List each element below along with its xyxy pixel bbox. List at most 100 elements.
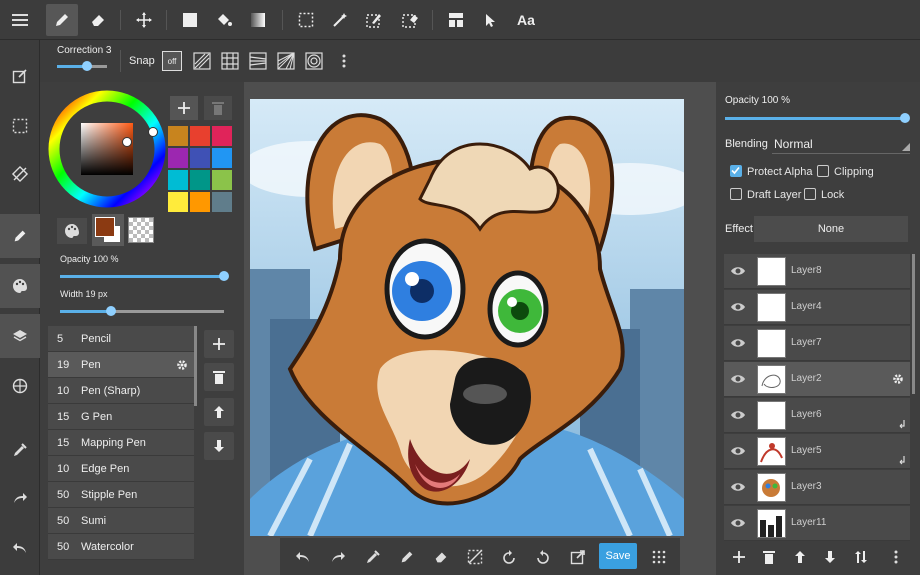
layers-panel-button[interactable] xyxy=(0,314,40,358)
eye-icon[interactable] xyxy=(730,443,746,459)
eye-icon[interactable] xyxy=(730,515,746,531)
fill-rect-tool-button[interactable] xyxy=(174,4,206,36)
palette-swatch[interactable] xyxy=(190,126,210,146)
layer-row[interactable]: Layer5 xyxy=(724,434,910,469)
save-button[interactable]: Save xyxy=(599,543,637,569)
redo-button[interactable] xyxy=(0,476,40,520)
primary-color-button[interactable] xyxy=(92,214,124,246)
brush-list-item[interactable]: 10 Pen (Sharp) xyxy=(48,378,194,404)
color-wheel[interactable] xyxy=(48,90,166,208)
snap-radial-button[interactable] xyxy=(276,51,296,71)
brush-list-scrollbar[interactable] xyxy=(194,326,197,406)
merge-layer-button[interactable] xyxy=(848,544,874,570)
palette-swatch[interactable] xyxy=(190,170,210,190)
move-brush-up-button[interactable] xyxy=(204,398,234,426)
layer-settings-gear-icon[interactable] xyxy=(892,373,904,385)
brush-list-item[interactable]: 50 Watercolor xyxy=(48,534,194,560)
color-panel-button[interactable] xyxy=(0,264,40,308)
palette-swatch[interactable] xyxy=(168,126,188,146)
deselect-button[interactable] xyxy=(462,544,488,570)
grid-menu-button[interactable] xyxy=(646,544,672,570)
magic-wand-tool-button[interactable] xyxy=(324,4,356,36)
rotate-right-button[interactable] xyxy=(530,544,556,570)
frame-tool-button[interactable] xyxy=(440,4,472,36)
delete-color-button[interactable] xyxy=(204,96,232,120)
pointer-tool-button[interactable] xyxy=(474,4,506,36)
select-rect-tool-button[interactable] xyxy=(290,4,322,36)
eye-icon[interactable] xyxy=(730,299,746,315)
palette-swatch[interactable] xyxy=(190,148,210,168)
palette-swatch[interactable] xyxy=(190,192,210,212)
select-pen-tool-button[interactable] xyxy=(358,4,390,36)
brush-list-item[interactable]: 5 Pencil xyxy=(48,326,194,352)
snap-off-button[interactable]: off xyxy=(162,51,182,71)
correction-slider-knob[interactable] xyxy=(82,61,92,71)
gradient-tool-button[interactable] xyxy=(242,4,274,36)
canvas-eraser-button[interactable] xyxy=(428,544,454,570)
artwork-canvas[interactable] xyxy=(250,99,684,536)
brush-list-item[interactable]: 10 Edge Pen xyxy=(48,456,194,482)
layer-more-button[interactable] xyxy=(883,544,909,570)
brush-list-item[interactable]: 19 Pen xyxy=(48,352,194,378)
transform-button[interactable] xyxy=(0,152,40,196)
brush-opacity-knob[interactable] xyxy=(219,271,229,281)
brush-list-item[interactable]: 50 Sumi xyxy=(48,508,194,534)
palette-swatch[interactable] xyxy=(212,126,232,146)
canvas-area[interactable] xyxy=(244,82,716,575)
eye-icon[interactable] xyxy=(730,479,746,495)
delete-brush-button[interactable] xyxy=(204,363,234,391)
move-layer-down-button[interactable] xyxy=(817,544,843,570)
palette-swatch[interactable] xyxy=(168,170,188,190)
blending-select[interactable]: Normal xyxy=(772,134,910,154)
share-button[interactable] xyxy=(565,544,591,570)
rotate-left-button[interactable] xyxy=(496,544,522,570)
brush-list-item[interactable]: 15 G Pen xyxy=(48,404,194,430)
brush-list-item[interactable]: 50 Stipple Pen xyxy=(48,482,194,508)
brush-settings-gear-icon[interactable] xyxy=(176,359,188,371)
lock-checkbox[interactable] xyxy=(804,188,816,200)
transparent-color-button[interactable] xyxy=(128,217,154,243)
move-brush-down-button[interactable] xyxy=(204,432,234,460)
layer-row[interactable]: Layer8 xyxy=(724,254,910,289)
material-button[interactable] xyxy=(0,364,40,408)
eye-icon[interactable] xyxy=(730,263,746,279)
eye-icon[interactable] xyxy=(730,371,746,387)
canvas-pen-button[interactable] xyxy=(394,544,420,570)
add-layer-button[interactable] xyxy=(726,544,752,570)
delete-layer-button[interactable] xyxy=(756,544,782,570)
selection-button[interactable] xyxy=(0,104,40,148)
add-color-button[interactable] xyxy=(170,96,198,120)
palette-swatch[interactable] xyxy=(212,192,232,212)
bucket-tool-button[interactable] xyxy=(208,4,240,36)
canvas-redo-button[interactable] xyxy=(325,544,351,570)
text-tool-button[interactable]: Aa xyxy=(510,4,542,36)
layer-list-scrollbar[interactable] xyxy=(912,254,915,394)
clipping-checkbox[interactable] xyxy=(817,165,829,177)
canvas-undo-button[interactable] xyxy=(290,544,316,570)
brush-panel-button[interactable] xyxy=(0,214,40,258)
add-brush-button[interactable] xyxy=(204,330,234,358)
move-tool-button[interactable] xyxy=(128,4,160,36)
layer-row[interactable]: Layer4 xyxy=(724,290,910,325)
snap-parallel-button[interactable] xyxy=(192,51,212,71)
eye-icon[interactable] xyxy=(730,335,746,351)
layer-row[interactable]: Layer7 xyxy=(724,326,910,361)
layer-row[interactable]: Layer6 xyxy=(724,398,910,433)
effect-select[interactable]: None xyxy=(754,216,908,242)
draft-layer-checkbox[interactable] xyxy=(730,188,742,200)
brush-width-knob[interactable] xyxy=(106,306,116,316)
snap-perspective-button[interactable] xyxy=(248,51,268,71)
brush-list-item[interactable]: 15 Mapping Pen xyxy=(48,430,194,456)
snap-grid-button[interactable] xyxy=(220,51,240,71)
layer-opacity-knob[interactable] xyxy=(900,113,910,123)
palette-swatch[interactable] xyxy=(212,148,232,168)
color-mode-button[interactable] xyxy=(57,218,87,244)
protect-alpha-checkbox[interactable] xyxy=(730,165,742,177)
edit-canvas-button[interactable] xyxy=(0,54,40,98)
snap-circle-button[interactable] xyxy=(304,51,324,71)
layer-row[interactable]: Layer2 xyxy=(724,362,910,397)
palette-swatch[interactable] xyxy=(168,148,188,168)
eye-icon[interactable] xyxy=(730,407,746,423)
undo-button[interactable] xyxy=(0,526,40,570)
layer-row[interactable]: Layer3 xyxy=(724,470,910,505)
